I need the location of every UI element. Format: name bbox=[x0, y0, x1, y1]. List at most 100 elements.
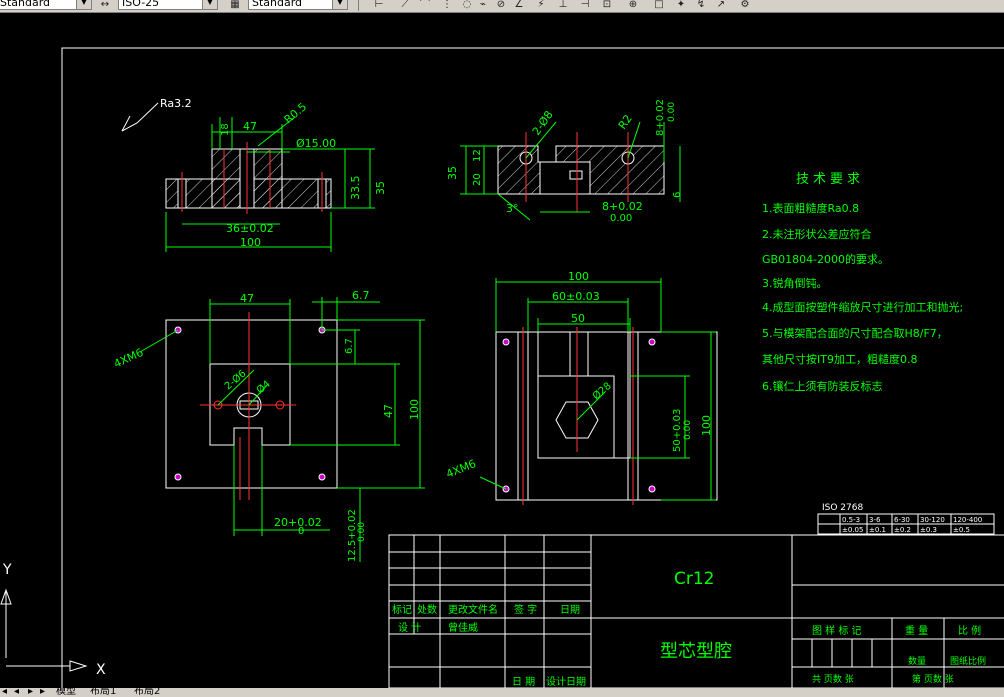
tech-line: 5.与模架配合面的尺寸配合取H8/F7， bbox=[762, 326, 948, 340]
view-cavity-plan: 100 60±0.03 50 Ø28 50+0.03 0.00 100 4XM6 bbox=[444, 270, 718, 505]
dim-phi15: Ø15.00 bbox=[296, 137, 336, 150]
radius-dim-icon[interactable]: ◌ bbox=[460, 0, 474, 10]
dim-35: 35 bbox=[374, 181, 387, 195]
dim-4xm6-a: 4XM6 bbox=[112, 346, 146, 371]
center-mark-icon[interactable]: ⊕ bbox=[626, 0, 640, 10]
dim-50v-low: 0.00 bbox=[683, 420, 693, 440]
roughness-label: Ra3.2 bbox=[160, 97, 192, 110]
dim-style-select[interactable]: ISO-25 ▼ bbox=[118, 0, 218, 10]
tb-label: 设计日期 bbox=[546, 675, 586, 688]
dim-18: 18 bbox=[220, 123, 231, 136]
dim-50: 50 bbox=[571, 312, 585, 325]
tol-value: ±0.1 bbox=[869, 526, 886, 534]
chevron-down-icon[interactable]: ▼ bbox=[76, 0, 91, 9]
toolbar-separator bbox=[358, 0, 359, 11]
material-label: Cr12 bbox=[674, 569, 715, 589]
tb-label: 标记 bbox=[392, 604, 412, 616]
tech-line: 6.镶仁上须有防装反标志 bbox=[762, 379, 883, 393]
tolerance-icon[interactable]: ⊡ bbox=[600, 0, 614, 10]
continue-dim-icon[interactable]: ⊣ bbox=[578, 0, 592, 10]
aligned-dim-icon[interactable]: ⟋ bbox=[398, 0, 412, 10]
table-style-select[interactable]: Standard ▼ bbox=[248, 0, 348, 10]
chevron-down-icon[interactable]: ▼ bbox=[202, 0, 217, 9]
tb-label: 日期 bbox=[560, 604, 580, 616]
tol-range: 3-6 bbox=[869, 516, 881, 524]
dim-phi28: Ø28 bbox=[590, 380, 614, 402]
dim-8-bot-low: 0.00 bbox=[610, 213, 632, 224]
table-style-value: Standard bbox=[252, 0, 303, 9]
tech-line: 3.锐角倒钝。 bbox=[762, 276, 828, 290]
tb-label: 更改文件名 bbox=[448, 603, 498, 616]
cavity-plate-outline bbox=[495, 331, 718, 501]
tol-value: ±0.05 bbox=[842, 526, 863, 534]
sheet-border bbox=[61, 47, 1004, 688]
dim-100c: 100 bbox=[568, 270, 589, 283]
angular-dim-icon[interactable]: ∠ bbox=[512, 0, 526, 10]
tab-nav-next-icon[interactable]: ▸ bbox=[28, 688, 33, 697]
tab-model[interactable]: 模型 bbox=[56, 688, 76, 697]
tech-line: 其他尺寸按IT9加工，粗糙度0.8 bbox=[762, 352, 917, 366]
drawing-canvas[interactable]: Ra3.2 47 18 R0.5 Ø15.00 36±0.02 100 33.5… bbox=[0, 12, 1004, 688]
dim-100v: 100 bbox=[408, 399, 421, 420]
dim-8-bot: 8+0.02 bbox=[602, 200, 643, 213]
dim-edit-icon[interactable]: □ bbox=[652, 0, 666, 10]
ucs-x-label: X bbox=[96, 662, 106, 678]
dim-6-7a: 6.7 bbox=[352, 289, 370, 302]
tab-nav-last-icon[interactable]: ▸ bbox=[40, 688, 45, 697]
tb-label: 日 期 bbox=[512, 676, 535, 688]
screw-hole-m6 bbox=[174, 473, 182, 481]
dim-style-dialog-icon[interactable]: ↗ bbox=[714, 0, 728, 10]
dim-50v: 50+0.03 bbox=[672, 409, 683, 452]
ucs-icon bbox=[0, 588, 88, 672]
dim-update-icon[interactable]: ↯ bbox=[694, 0, 708, 10]
chevron-down-icon[interactable]: ▼ bbox=[332, 0, 347, 9]
tol-value: ±0.3 bbox=[920, 526, 937, 534]
dim-100: 100 bbox=[240, 236, 261, 249]
dim-text-edit-icon[interactable]: ✦ bbox=[674, 0, 688, 10]
text-style-value: Standard bbox=[0, 0, 51, 9]
dim-12: 12 bbox=[472, 149, 483, 162]
core-plate-outline bbox=[165, 319, 338, 489]
tab-layout1[interactable]: 布局1 bbox=[90, 688, 116, 697]
tol-value: ±0.5 bbox=[953, 526, 970, 534]
dim-r2: R2 bbox=[616, 112, 635, 131]
dim-r05: R0.5 bbox=[282, 100, 310, 126]
tab-layout2[interactable]: 布局2 bbox=[134, 688, 160, 697]
tol-range: 6-30 bbox=[894, 516, 910, 524]
screw-hole-m6 bbox=[502, 338, 510, 346]
dim-60: 60±0.03 bbox=[552, 290, 600, 303]
technical-requirements: 技术要求 1.表面粗糙度Ra0.8 2.未注形状公差应符合 GB01804-20… bbox=[762, 172, 963, 393]
linear-dim-icon[interactable]: ⊢ bbox=[372, 0, 386, 10]
layout-tabs: ◂ ◂ ▸ ▸ 模型 布局1 布局2 bbox=[0, 688, 1004, 697]
jogged-dim-icon[interactable]: ⌁ bbox=[476, 0, 490, 10]
ucs-y-label: Y bbox=[2, 562, 12, 578]
baseline-dim-icon[interactable]: ⊥ bbox=[556, 0, 570, 10]
dim-33-5: 33.5 bbox=[349, 176, 362, 201]
quick-dim-icon[interactable]: ⚡ bbox=[534, 0, 548, 10]
tb-label: 第 页数 张 bbox=[912, 673, 954, 685]
tb-label: 比 例 bbox=[958, 624, 981, 637]
view-side-section: 35 12 20 2-Ø8 R2 8+0.02 0.00 6 3° 8+0.02… bbox=[446, 99, 683, 224]
tb-label: 重 量 bbox=[905, 624, 928, 637]
dim-phi4: Ø4 bbox=[254, 378, 273, 396]
tech-line: 4.成型面按塑件缩放尺寸进行加工和抛光; bbox=[762, 300, 963, 314]
tb-label: 数量 bbox=[908, 655, 926, 667]
tools-icon[interactable]: ⚙ bbox=[738, 0, 752, 10]
dim-6-7b: 6.7 bbox=[344, 338, 355, 354]
dim-20b-low: 0 bbox=[298, 526, 304, 537]
tab-nav-first-icon[interactable]: ◂ bbox=[2, 688, 7, 697]
dim-style-value: ISO-25 bbox=[122, 0, 160, 9]
text-style-select[interactable]: Standard ▼ bbox=[0, 0, 92, 10]
tolerance-table: ISO 2768 0.5-3 3-6 6-30 30-120 120-400 ±… bbox=[817, 503, 995, 535]
tol-range: 120-400 bbox=[953, 516, 982, 524]
diameter-dim-icon[interactable]: ⊘ bbox=[494, 0, 508, 10]
arc-length-icon[interactable]: ⌒ bbox=[418, 0, 432, 10]
dim-47: 47 bbox=[243, 120, 257, 133]
tab-nav-prev-icon[interactable]: ◂ bbox=[14, 688, 19, 697]
view-front-section: Ra3.2 47 18 R0.5 Ø15.00 36±0.02 100 33.5… bbox=[121, 97, 387, 252]
ordinate-dim-icon[interactable]: ⋮ bbox=[440, 0, 454, 10]
tech-line: 1.表面粗糙度Ra0.8 bbox=[762, 201, 859, 215]
dim-100vc: 100 bbox=[700, 415, 713, 436]
dim-36: 36±0.02 bbox=[226, 222, 274, 235]
dim-12-5-low: 0.00 bbox=[357, 522, 367, 542]
